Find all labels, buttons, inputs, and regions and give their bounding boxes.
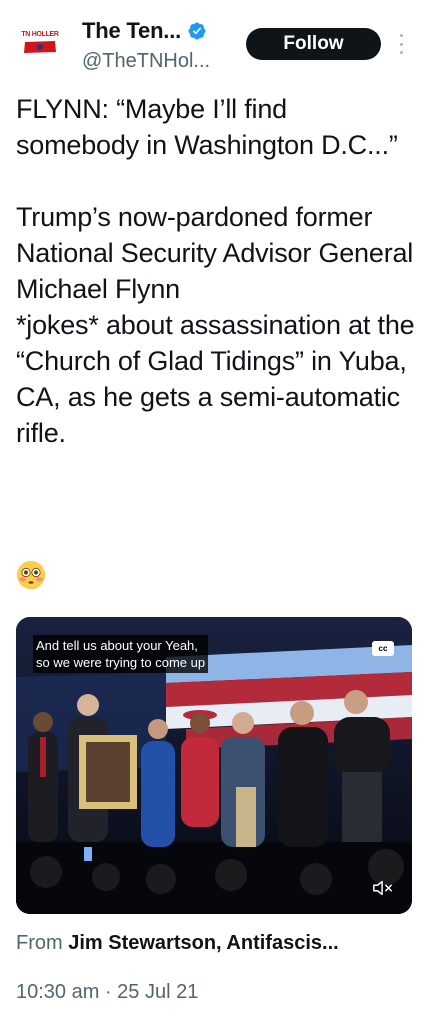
verified-badge-icon: [188, 22, 206, 40]
attribution-prefix: From: [16, 932, 63, 954]
avatar-logo-text: TN HOLLER: [21, 30, 59, 38]
author-display-name[interactable]: The Ten...: [82, 18, 181, 44]
follow-button[interactable]: Follow: [246, 28, 381, 60]
avatar[interactable]: TN HOLLER: [16, 18, 64, 66]
video-player[interactable]: And tell us about your Yeah, so we were …: [16, 617, 412, 914]
more-vertical-icon[interactable]: [397, 34, 405, 54]
tweet-timestamp[interactable]: 10:30 am · 25 Jul 21: [16, 981, 198, 1004]
tennessee-state-icon: [24, 40, 56, 53]
attribution-source[interactable]: Jim Stewartson, Antifascis...: [68, 932, 338, 954]
tweet-header: TN HOLLER The Ten... @TheTNHol... Follow: [0, 0, 427, 95]
closed-captions-icon[interactable]: cc: [372, 641, 394, 656]
author-handle[interactable]: @TheTNHol...: [82, 50, 210, 73]
video-caption: And tell us about your Yeah, so we were …: [33, 635, 209, 673]
volume-muted-icon[interactable]: [372, 879, 394, 897]
video-attribution[interactable]: From Jim Stewartson, Antifascis...: [16, 932, 339, 955]
author-name-row[interactable]: The Ten...: [82, 18, 207, 44]
flushed-face-icon: [16, 560, 46, 590]
tweet-text: FLYNN: “Maybe I’ll find somebody in Wash…: [16, 94, 415, 448]
